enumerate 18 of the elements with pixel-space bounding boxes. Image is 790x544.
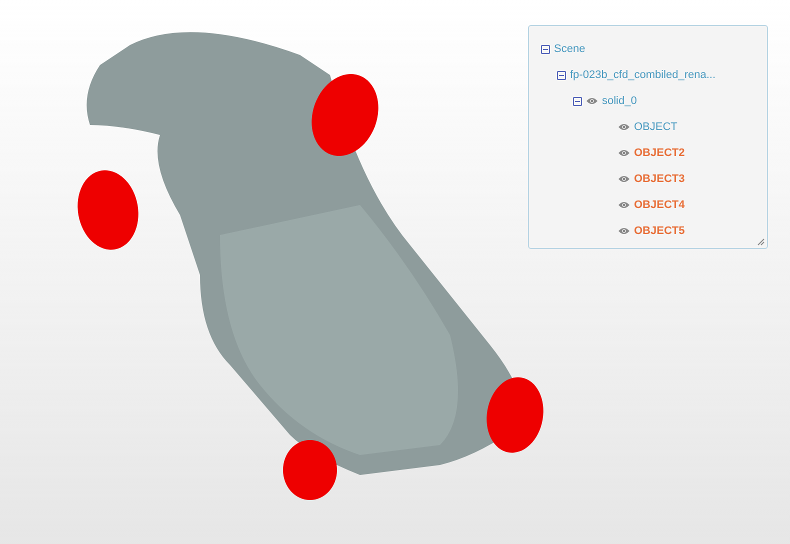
collapse-icon[interactable] — [573, 96, 582, 106]
eye-icon[interactable] — [618, 175, 630, 183]
tree-item[interactable]: OBJECT3 — [634, 170, 685, 188]
tree-item[interactable]: OBJECT4 — [634, 196, 685, 214]
tree-item[interactable]: Scene — [554, 40, 586, 58]
tree-item[interactable]: OBJECT5 — [634, 222, 685, 240]
resize-grip-icon[interactable] — [757, 238, 765, 246]
eye-icon[interactable] — [618, 227, 630, 235]
tree-item[interactable]: fp-023b_cfd_combiled_rena... — [570, 66, 716, 84]
eye-icon[interactable] — [586, 97, 598, 105]
eye-icon[interactable] — [618, 201, 630, 209]
tree-item[interactable]: OBJECT — [634, 118, 678, 136]
eye-icon[interactable] — [618, 149, 630, 157]
tree-item[interactable]: solid_0 — [602, 92, 637, 110]
eye-icon[interactable] — [618, 123, 630, 131]
collapse-icon[interactable] — [541, 44, 550, 54]
tree-item[interactable]: OBJECT2 — [634, 144, 685, 162]
collapse-icon[interactable] — [557, 70, 566, 80]
